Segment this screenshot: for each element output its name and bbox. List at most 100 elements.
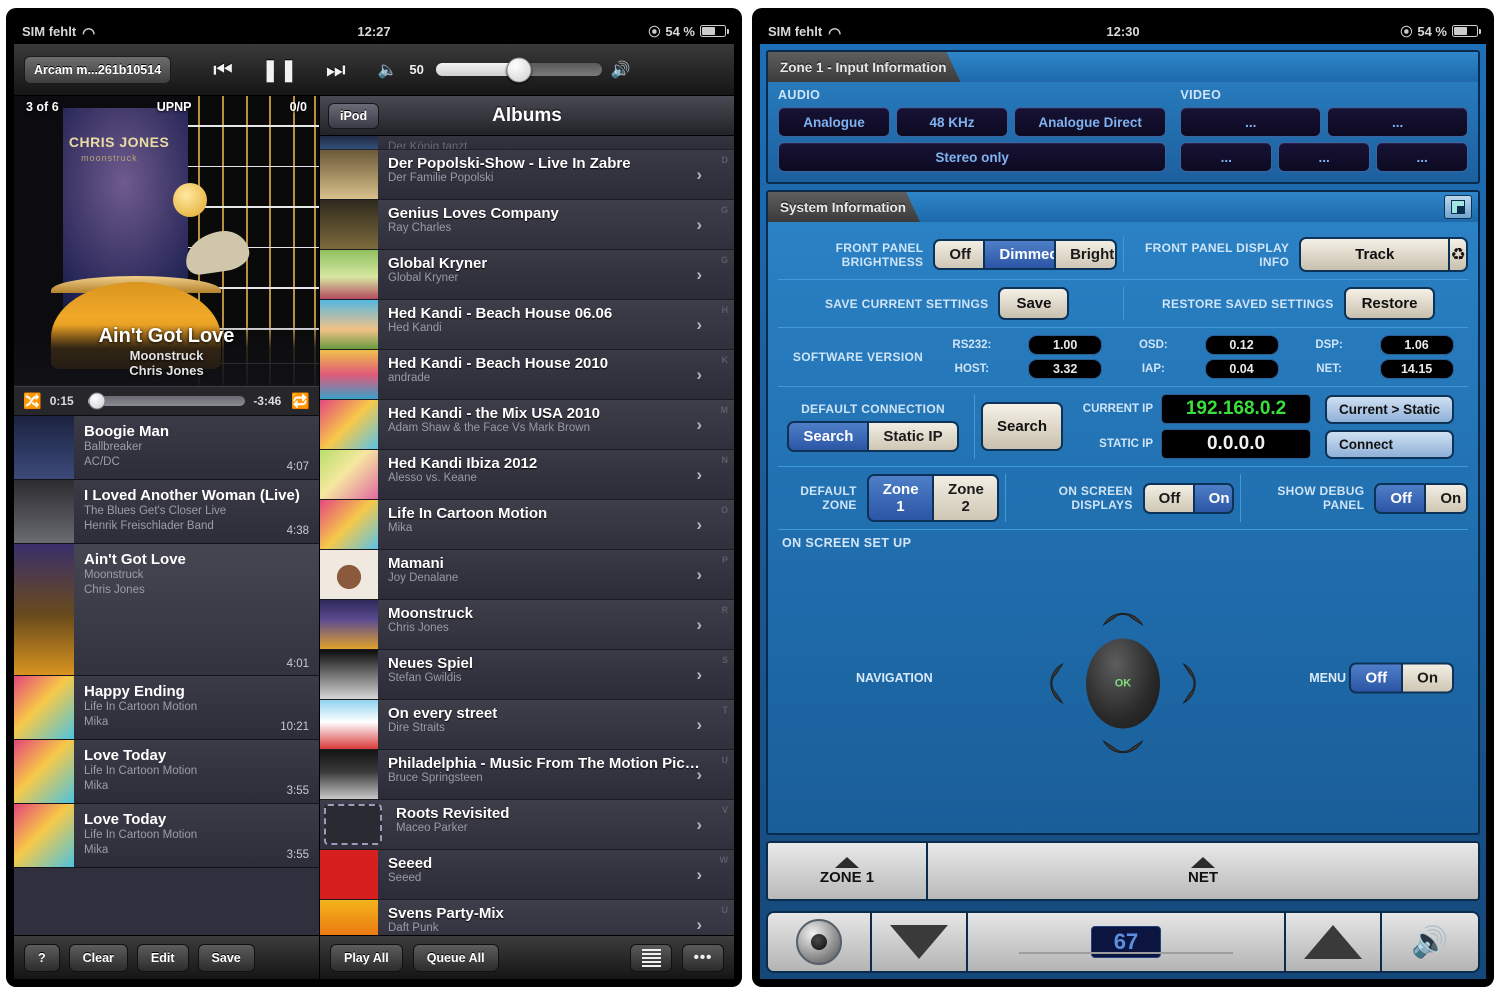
shuffle-icon[interactable]: 🔀 [23,392,42,410]
speaker-setup-icon[interactable] [768,913,872,971]
speaker-icon[interactable]: 🔊 [1382,913,1478,971]
edit-button[interactable]: Edit [136,943,189,972]
back-to-ipod-button[interactable]: iPod [328,102,380,129]
volume-down-icon[interactable] [872,913,968,971]
clear-button[interactable]: Clear [68,943,128,972]
album-row[interactable]: Genius Loves Company Ray Charles › G [320,200,734,250]
navigation-label: NAVIGATION [856,670,933,685]
dpad-down-icon[interactable] [1101,732,1145,776]
album-row[interactable]: Mamani Joy Denalane › P [320,550,734,600]
video-field-5[interactable]: ... [1376,142,1469,172]
menu-option-off[interactable]: Off [1351,664,1402,691]
show-debug-panel-segment[interactable]: Off On [1374,482,1468,514]
current-to-static-button[interactable]: Current > Static [1325,394,1454,424]
queue-item-current[interactable]: Ain't Got Love Moonstruck Chris Jones 4:… [14,544,319,676]
osd-option-on[interactable]: On [1192,484,1232,512]
queue-item[interactable]: Happy Ending Life In Cartoon Motion Mika… [14,676,319,740]
video-field-3[interactable]: ... [1180,142,1273,172]
album-row[interactable]: Hed Kandi Ibiza 2012 Alesso vs. Keane › … [320,450,734,500]
album-row[interactable]: Hed Kandi - Beach House 2010 andrade › K [320,350,734,400]
album-title: Global Kryner [388,255,488,272]
recycle-icon[interactable]: ♻ [1448,239,1466,270]
search-button[interactable]: Search [981,402,1064,451]
audio-format-field[interactable]: Analogue [778,107,890,137]
menu-segment[interactable]: Off On [1349,662,1454,693]
previous-track-icon[interactable]: ⏮ [213,58,233,81]
volume-slider-track[interactable]: 67 [968,913,1286,971]
audio-samplerate-field[interactable]: 48 KHz [896,107,1008,137]
album-row[interactable]: Life In Cartoon Motion Mika › O [320,500,734,550]
album-row[interactable]: Global Kryner Global Kryner › G [320,250,734,300]
default-zone-segment[interactable]: Zone 1 Zone 2 [866,474,1000,522]
debug-option-off[interactable]: Off [1376,484,1425,512]
save-button[interactable]: Save [197,943,255,972]
on-screen-displays-segment[interactable]: Off On [1142,482,1234,514]
restore-settings-button[interactable]: Restore [1343,287,1436,320]
static-ip-value[interactable]: 0.0.0.0 [1161,429,1312,459]
more-options-icon[interactable]: ••• [682,943,724,972]
album-row[interactable]: On every street Dire Straits › T [320,700,734,750]
menu-option-on[interactable]: On [1401,664,1452,691]
help-button[interactable]: ? [24,943,60,972]
volume-slider-knob[interactable] [506,57,532,82]
brightness-option-dimmed[interactable]: Dimmed [983,241,1059,268]
album-row[interactable]: Moonstruck Chris Jones › R [320,600,734,650]
audio-mode-field[interactable]: Analogue Direct [1014,107,1167,137]
album-artist: Global Kryner [388,272,459,284]
brightness-option-bright[interactable]: Bright [1054,241,1115,268]
play-queue-list[interactable]: Boogie Man Ballbreaker AC/DC 4:07 I Love… [14,416,319,935]
video-field-1[interactable]: ... [1180,107,1322,137]
connection-option-static-ip[interactable]: Static IP [867,422,957,450]
volume-slider[interactable] [435,57,602,82]
default-connection-segment[interactable]: Search Static IP [787,420,959,452]
next-track-icon[interactable]: ⏭ [326,58,346,81]
brightness-option-off[interactable]: Off [935,241,984,268]
play-all-button[interactable]: Play All [330,943,403,972]
connection-option-search[interactable]: Search [789,422,868,450]
save-settings-button[interactable]: Save [998,287,1070,320]
front-panel-display-control[interactable]: Track ♻ [1299,237,1468,272]
album-row[interactable]: Seeed Seeed › W [320,850,734,900]
front-panel-display-value[interactable]: Track [1301,239,1449,270]
pause-icon[interactable]: ❚❚ [261,58,298,81]
debug-option-on[interactable]: On [1424,484,1466,512]
dpad-up-icon[interactable] [1101,591,1145,635]
repeat-icon[interactable]: 🔁 [291,392,310,410]
audio-channel-field[interactable]: Stereo only [778,142,1167,172]
album-row[interactable]: Neues Spiel Stefan Gwildis › S [320,650,734,700]
zone-option-zone1[interactable]: Zone 1 [868,476,933,520]
list-view-icon[interactable] [630,943,672,972]
dpad-left-icon[interactable] [1028,661,1072,705]
dpad-right-icon[interactable] [1174,661,1218,705]
tab-zone1-input-information[interactable]: Zone 1 - Input Information [768,52,960,82]
zone-option-zone2[interactable]: Zone 2 [932,476,998,520]
renderer-device-chip[interactable]: Arcam m...261b10514 [24,55,172,84]
seek-slider-knob[interactable] [88,392,106,410]
video-field-2[interactable]: ... [1327,107,1468,137]
seek-slider[interactable] [87,392,246,410]
queue-item[interactable]: Boogie Man Ballbreaker AC/DC 4:07 [14,416,319,480]
navigation-dpad[interactable]: OK [1028,591,1218,776]
osd-option-off[interactable]: Off [1144,484,1193,512]
volume-up-icon[interactable] [1286,913,1382,971]
queue-item[interactable]: I Loved Another Woman (Live) The Blues G… [14,480,319,544]
album-row[interactable]: Roots Revisited Maceo Parker › V [320,800,734,850]
album-row[interactable]: Philadelphia - Music From The Motion Pic… [320,750,734,800]
video-field-4[interactable]: ... [1278,142,1371,172]
tab-system-information[interactable]: System Information [768,192,920,222]
album-row-partial[interactable]: Der König tanzt [320,136,734,150]
album-row[interactable]: Der Popolski-Show - Live In Zabre Der Fa… [320,150,734,200]
queue-item[interactable]: Love Today Life In Cartoon Motion Mika 3… [14,740,319,804]
zone-select-button[interactable]: ZONE 1 [768,843,928,899]
save-disk-icon[interactable] [1444,195,1472,219]
album-row[interactable]: Svens Party-Mix Daft Punk › U [320,900,734,935]
queue-all-button[interactable]: Queue All [412,943,499,972]
album-row[interactable]: Hed Kandi - Beach House 06.06 Hed Kandi … [320,300,734,350]
queue-item[interactable]: Love Today Life In Cartoon Motion Mika 3… [14,804,319,868]
front-panel-brightness-segment[interactable]: Off Dimmed Bright [933,239,1117,270]
dpad-ok-button[interactable]: OK [1086,638,1160,729]
connect-button[interactable]: Connect [1325,429,1454,459]
source-select-button[interactable]: NET [928,843,1478,899]
albums-list[interactable]: Der König tanzt Der Popolski-Show - Live… [320,136,734,935]
album-row[interactable]: Hed Kandi - the Mix USA 2010 Adam Shaw &… [320,400,734,450]
